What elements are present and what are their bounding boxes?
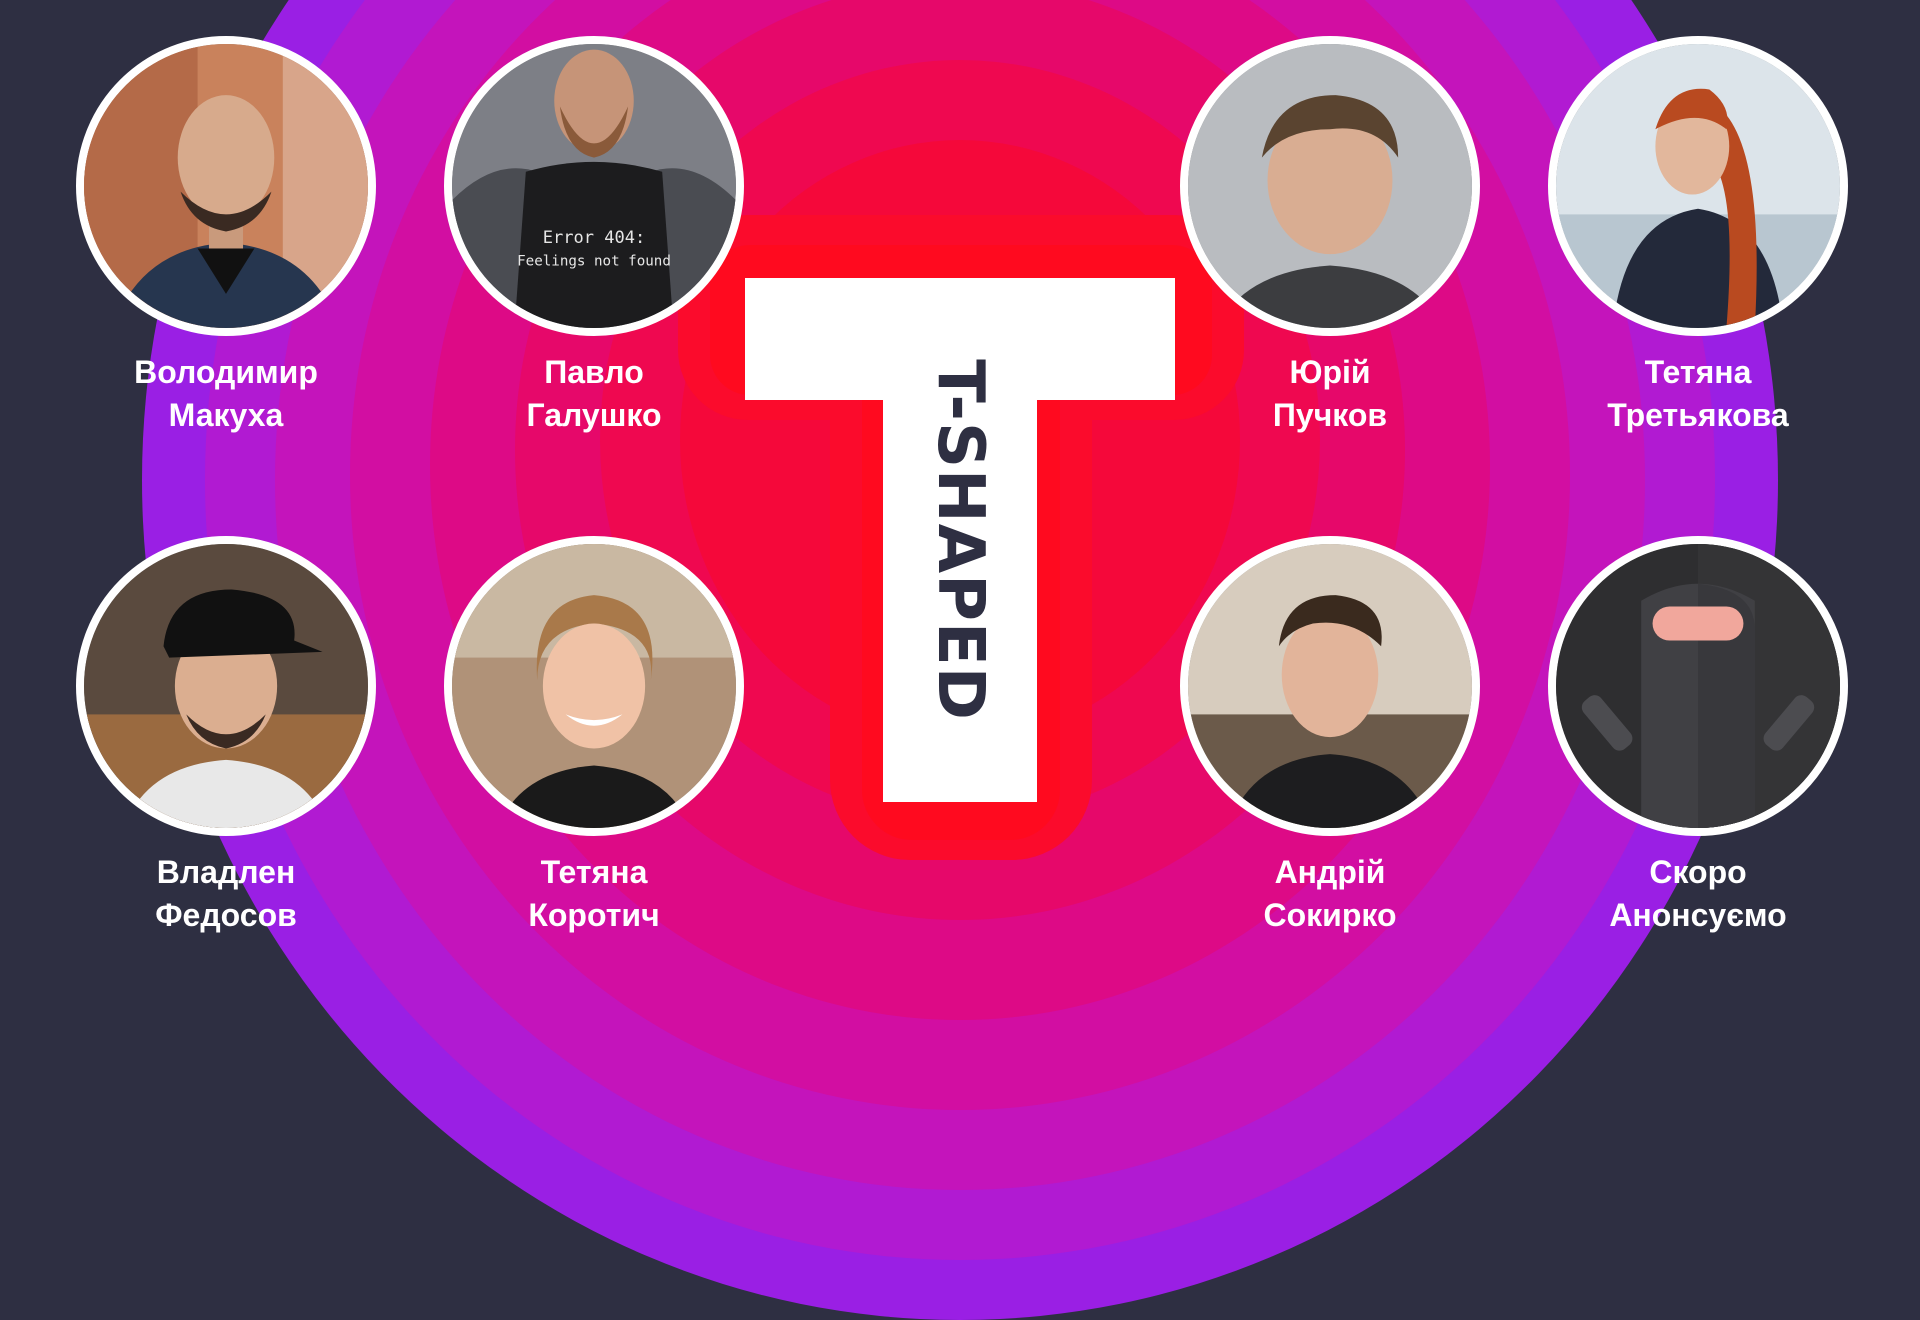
speaker-name: Павло Галушко [526,354,662,433]
speaker-name: Володимир Макуха [134,354,318,433]
speaker-photo [1548,36,1848,336]
speaker-photo: Error 404: Feelings not found [444,36,744,336]
mystery-ninja-avatar [1548,536,1848,836]
speaker-photo [76,536,376,836]
shirt-text: Error 404: [543,228,645,248]
speaker-card: Володимир Макуха [76,36,376,433]
speaker-card: Error 404: Feelings not found Павло Галу… [444,36,744,433]
speaker-card: Андрій Сокирко [1180,536,1480,933]
speaker-name: Юрій Пучков [1272,354,1388,433]
speaker-name: Тетяна Коротич [528,854,660,933]
speaker-name: Владлен Федосов [155,854,297,933]
speaker-card: Владлен Федосов [76,536,376,933]
speaker-card: Тетяна Коротич [444,536,744,933]
logo-text: T-SHAPED [923,359,997,721]
speaker-photo [76,36,376,336]
speaker-name: Скоро Анонсуємо [1609,854,1787,933]
speaker-photo [1180,36,1480,336]
speaker-card: Тетяна Третьякова [1548,36,1848,433]
speaker-name: Андрій Сокирко [1263,854,1397,933]
speaker-card: Юрій Пучков [1180,36,1480,433]
speaker-name: Тетяна Третьякова [1607,354,1789,433]
speaker-card: Скоро Анонсуємо [1548,536,1848,933]
shirt-text: Feelings not found [517,254,671,270]
speaker-photo [1180,536,1480,836]
speaker-photo [444,536,744,836]
